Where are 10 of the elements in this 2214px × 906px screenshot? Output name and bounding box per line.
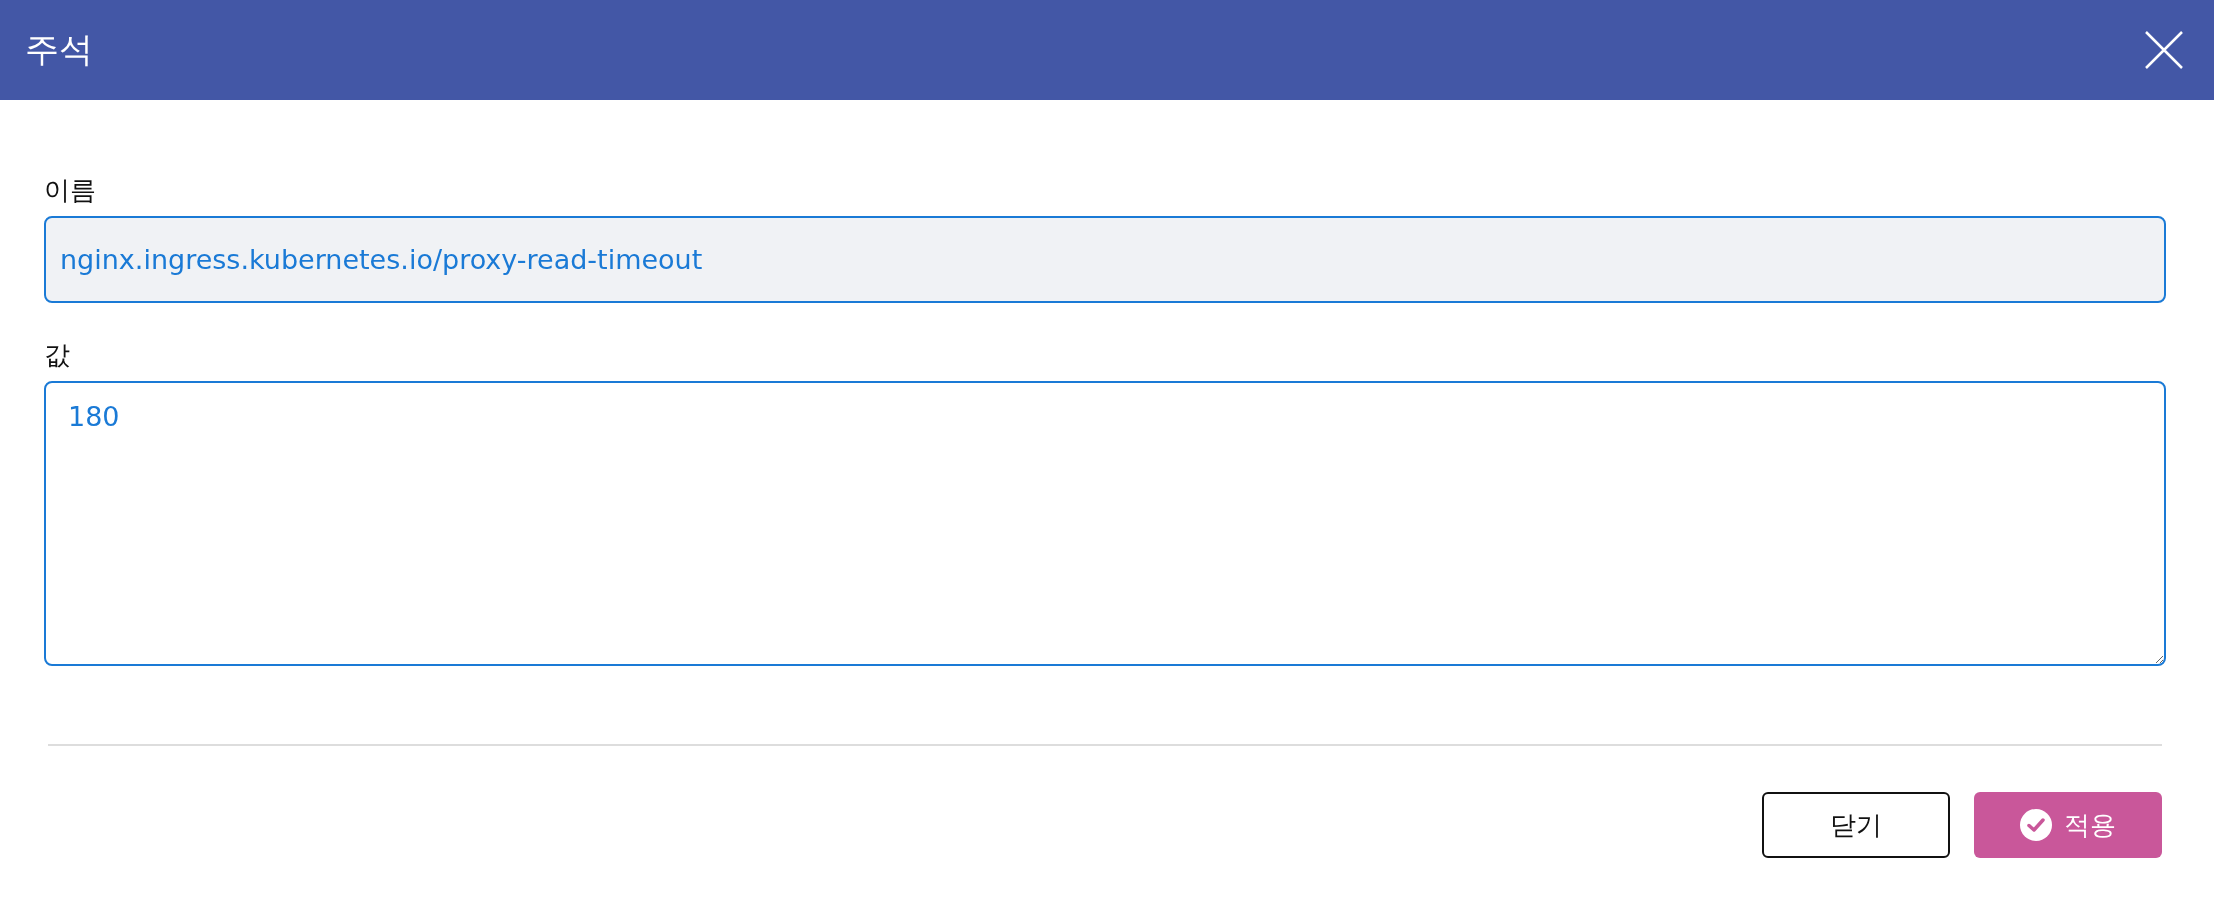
name-field[interactable]: nginx.ingress.kubernetes.io/proxy-read-timeout [44,216,2166,303]
close-dialog-button[interactable]: 닫기 [1762,792,1950,858]
close-icon [2144,30,2184,70]
check-circle-icon [2020,809,2052,841]
dialog-title: 주석 [25,28,93,71]
field-label: 이름 [44,174,97,207]
value-field[interactable]: 180 [44,381,2166,666]
apply-button[interactable]: 적용 [1974,792,2162,858]
field-label: 값 [44,339,71,372]
close-button[interactable] [2144,30,2184,70]
